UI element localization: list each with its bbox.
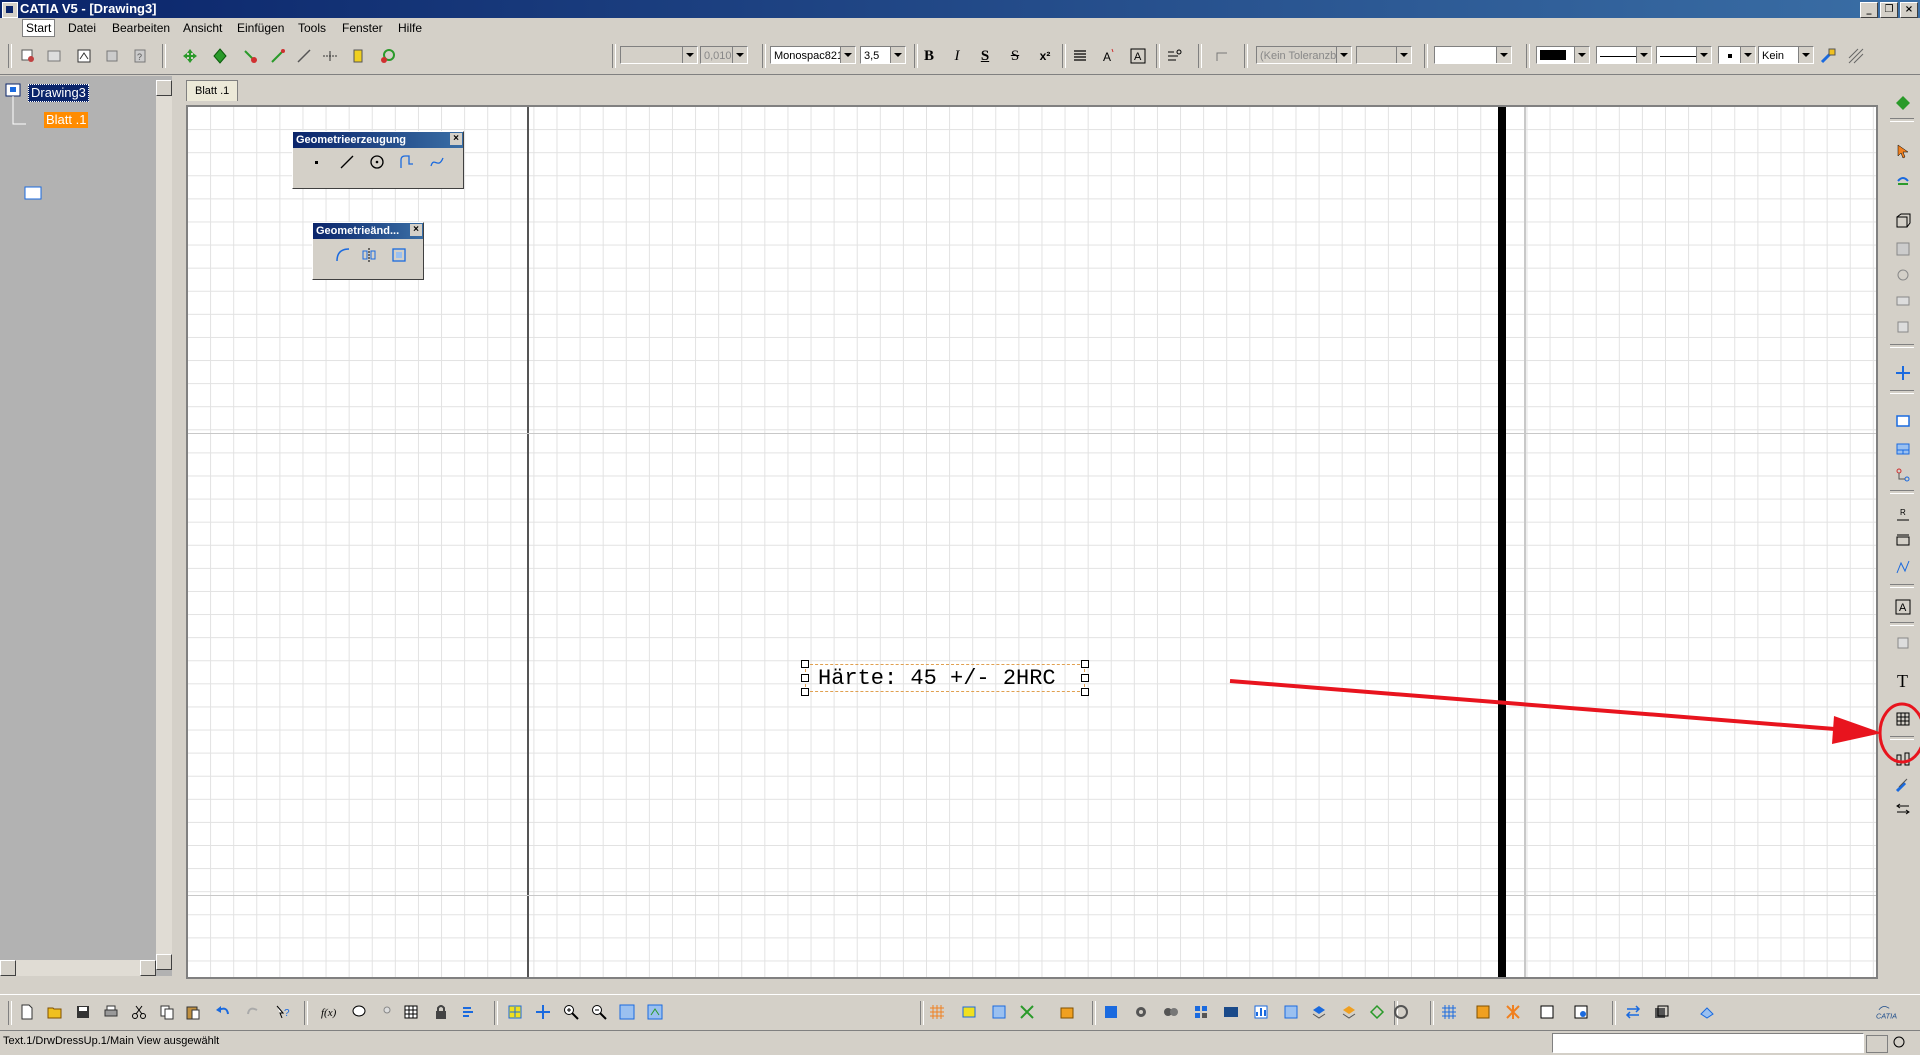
- design-table-icon[interactable]: [400, 1001, 422, 1023]
- sheet-list-icon[interactable]: [1100, 1001, 1122, 1023]
- swap-icon[interactable]: [1622, 1001, 1644, 1023]
- refresh-icon[interactable]: [1390, 1001, 1412, 1023]
- bottom-toolbar: ? f(x) CATIA: [0, 994, 1920, 1031]
- annotation-circle: [1878, 702, 1920, 764]
- knowledge-icon[interactable]: [348, 1001, 370, 1023]
- toolbar-separator: [304, 1001, 308, 1025]
- new-file-icon[interactable]: [16, 1001, 38, 1023]
- status-bar: Text.1/DrwDressUp.1/Main View ausgewählt: [0, 1030, 1920, 1055]
- svg-text:f(x): f(x): [321, 1007, 337, 1019]
- toolbar-separator: [1612, 1001, 1616, 1025]
- star-icon[interactable]: [1502, 1001, 1524, 1023]
- tools-palette-icon[interactable]: [1308, 1001, 1330, 1023]
- copy-icon[interactable]: [156, 1001, 178, 1023]
- catalog-editor-icon[interactable]: [1338, 1001, 1360, 1023]
- toolbar-separator: [1092, 1001, 1096, 1025]
- toolbar-separator: [8, 1001, 12, 1025]
- chart-icon[interactable]: [1250, 1001, 1272, 1023]
- formula-icon[interactable]: f(x): [318, 1001, 340, 1023]
- zoom-area-icon[interactable]: [616, 1001, 638, 1023]
- settings-gear-icon[interactable]: [1130, 1001, 1152, 1023]
- svg-text:?: ?: [284, 1008, 290, 1019]
- album-icon[interactable]: [1280, 1001, 1302, 1023]
- pan-icon[interactable]: [532, 1001, 554, 1023]
- annotation-overlay: [1229, 679, 1920, 764]
- save-icon[interactable]: [72, 1001, 94, 1023]
- catalog-browser-icon[interactable]: [1190, 1001, 1212, 1023]
- lock-icon[interactable]: [430, 1001, 452, 1023]
- mass-icon[interactable]: [1650, 1001, 1672, 1023]
- command-input[interactable]: [1552, 1033, 1864, 1053]
- redo-icon[interactable]: [242, 1001, 264, 1023]
- toolbar-separator: [1430, 1001, 1434, 1025]
- snap-grid-icon[interactable]: [1438, 1001, 1460, 1023]
- view-orientation-icon[interactable]: [1570, 1001, 1592, 1023]
- filter-icon[interactable]: [1016, 1001, 1038, 1023]
- annotation-arrow-line: [1229, 679, 1861, 733]
- view-frame-icon[interactable]: [958, 1001, 980, 1023]
- toolbar-separator: [920, 1001, 924, 1025]
- toolbar-separator: [494, 1001, 498, 1025]
- annotation-arrow-head: [1832, 716, 1882, 744]
- zoom-in-icon[interactable]: [560, 1001, 582, 1023]
- layer-icon[interactable]: [1696, 1001, 1718, 1023]
- sheet-view-icon[interactable]: [644, 1001, 666, 1023]
- parameters-icon[interactable]: [458, 1001, 480, 1023]
- analysis-display-icon[interactable]: [988, 1001, 1010, 1023]
- catia-logo-icon: CATIA: [1876, 1001, 1898, 1023]
- whats-this-icon[interactable]: ?: [272, 1001, 294, 1023]
- zoom-out-icon[interactable]: [588, 1001, 610, 1023]
- svg-text:CATIA: CATIA: [1876, 1012, 1897, 1021]
- status-message: Text.1/DrwDressUp.1/Main View ausgewählt: [3, 1035, 220, 1047]
- paste-icon[interactable]: [182, 1001, 204, 1023]
- screen-capture-icon[interactable]: [1220, 1001, 1242, 1023]
- gears-icon[interactable]: [1160, 1001, 1182, 1023]
- undo-icon[interactable]: [212, 1001, 234, 1023]
- drawing-frame-icon[interactable]: [1472, 1001, 1494, 1023]
- design-check-icon[interactable]: [1366, 1001, 1388, 1023]
- dimension-system-icon[interactable]: [1536, 1001, 1558, 1023]
- grid-icon[interactable]: [926, 1001, 948, 1023]
- cut-icon[interactable]: [128, 1001, 150, 1023]
- visualization-icon[interactable]: [1056, 1001, 1078, 1023]
- magnify-icon[interactable]: [1892, 1035, 1912, 1051]
- print-icon[interactable]: [100, 1001, 122, 1023]
- light-icon[interactable]: [376, 1001, 398, 1023]
- power-input-icon[interactable]: [1866, 1035, 1888, 1053]
- open-folder-icon[interactable]: [44, 1001, 66, 1023]
- fit-all-icon[interactable]: [504, 1001, 526, 1023]
